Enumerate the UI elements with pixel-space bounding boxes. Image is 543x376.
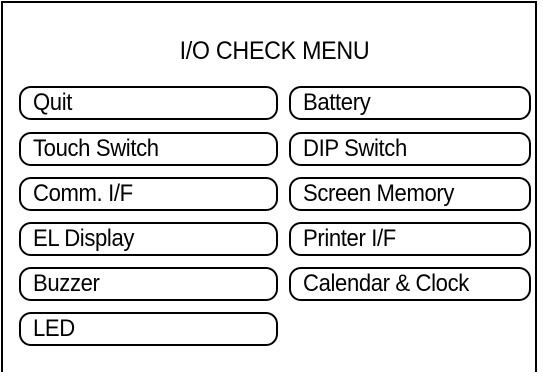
led-button[interactable]: LED	[19, 312, 278, 346]
dip-switch-button-label: DIP Switch	[303, 135, 407, 162]
screen-memory-button[interactable]: Screen Memory	[289, 177, 531, 211]
el-display-button[interactable]: EL Display	[19, 222, 278, 256]
touch-switch-button[interactable]: Touch Switch	[19, 132, 278, 166]
battery-button[interactable]: Battery	[289, 86, 531, 120]
printer-if-button[interactable]: Printer I/F	[289, 222, 531, 256]
buzzer-button-label: Buzzer	[33, 270, 100, 297]
calendar-clock-button[interactable]: Calendar & Clock	[289, 267, 531, 301]
quit-button-label: Quit	[33, 89, 73, 116]
screen-memory-button-label: Screen Memory	[303, 180, 455, 207]
printer-if-button-label: Printer I/F	[303, 225, 396, 252]
buzzer-button[interactable]: Buzzer	[19, 267, 278, 301]
led-button-label: LED	[33, 315, 75, 342]
battery-button-label: Battery	[303, 89, 371, 116]
quit-button[interactable]: Quit	[19, 86, 278, 120]
touch-switch-button-label: Touch Switch	[33, 135, 159, 162]
calendar-clock-button-label: Calendar & Clock	[303, 270, 469, 297]
dip-switch-button[interactable]: DIP Switch	[289, 132, 531, 166]
io-check-menu-panel: I/O CHECK MENU Quit Touch Switch Comm. I…	[1, 1, 537, 372]
comm-if-button-label: Comm. I/F	[33, 180, 133, 207]
comm-if-button[interactable]: Comm. I/F	[19, 177, 278, 211]
el-display-button-label: EL Display	[33, 225, 135, 252]
menu-title: I/O CHECK MENU	[179, 37, 370, 65]
